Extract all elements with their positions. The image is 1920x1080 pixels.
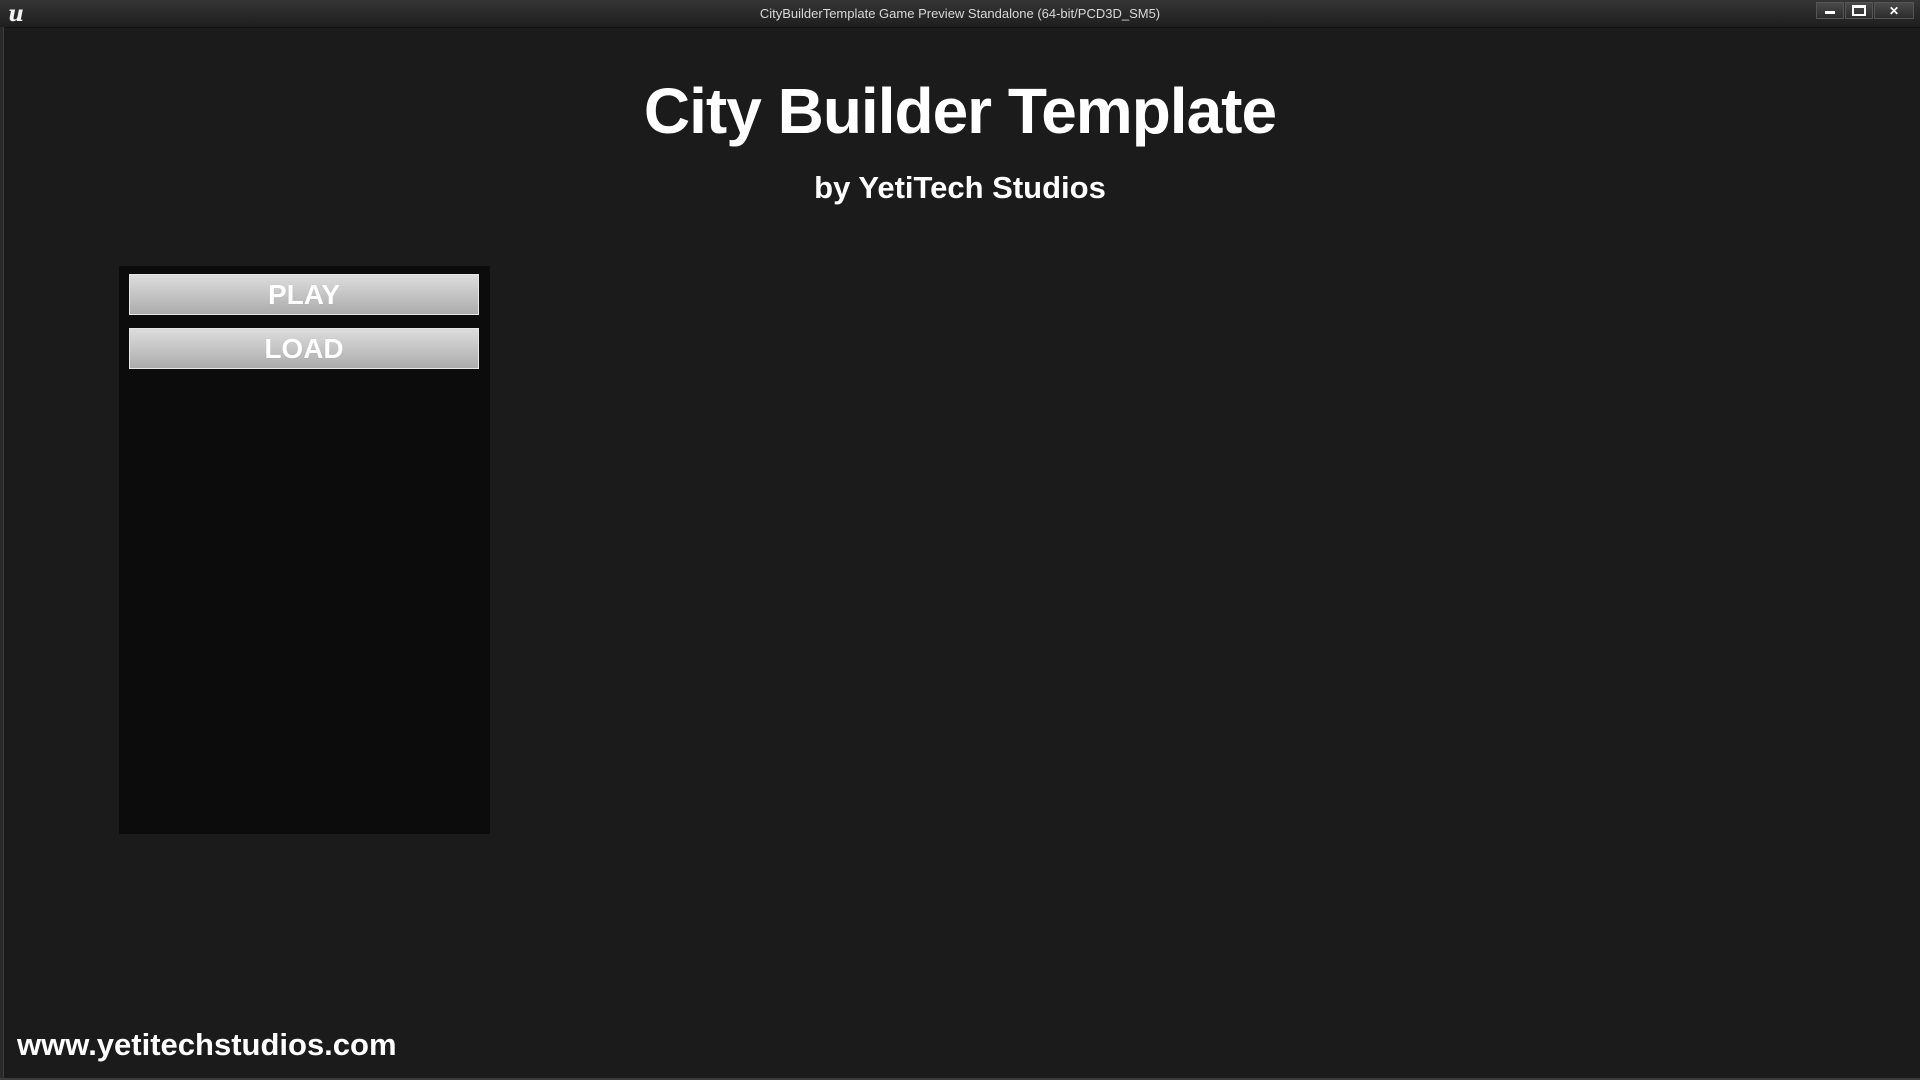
game-subtitle: by YetiTech Studios: [814, 170, 1106, 205]
window-controls: ✕: [1816, 2, 1914, 19]
load-button[interactable]: LOAD: [129, 328, 479, 369]
window-title: CityBuilderTemplate Game Preview Standal…: [759, 6, 1161, 21]
game-title: City Builder Template: [643, 75, 1277, 147]
window-titlebar[interactable]: u CityBuilderTemplate Game Preview Stand…: [0, 0, 1920, 28]
maximize-button[interactable]: [1845, 2, 1873, 19]
play-button[interactable]: PLAY: [129, 274, 479, 315]
website-url: www.yetitechstudios.com: [17, 1027, 397, 1062]
close-button[interactable]: ✕: [1874, 2, 1914, 19]
minimize-button[interactable]: [1816, 2, 1844, 19]
main-menu-panel: PLAY LOAD: [119, 266, 490, 834]
maximize-icon: [1852, 5, 1866, 16]
close-icon: ✕: [1888, 3, 1900, 18]
minimize-icon: [1825, 11, 1835, 14]
